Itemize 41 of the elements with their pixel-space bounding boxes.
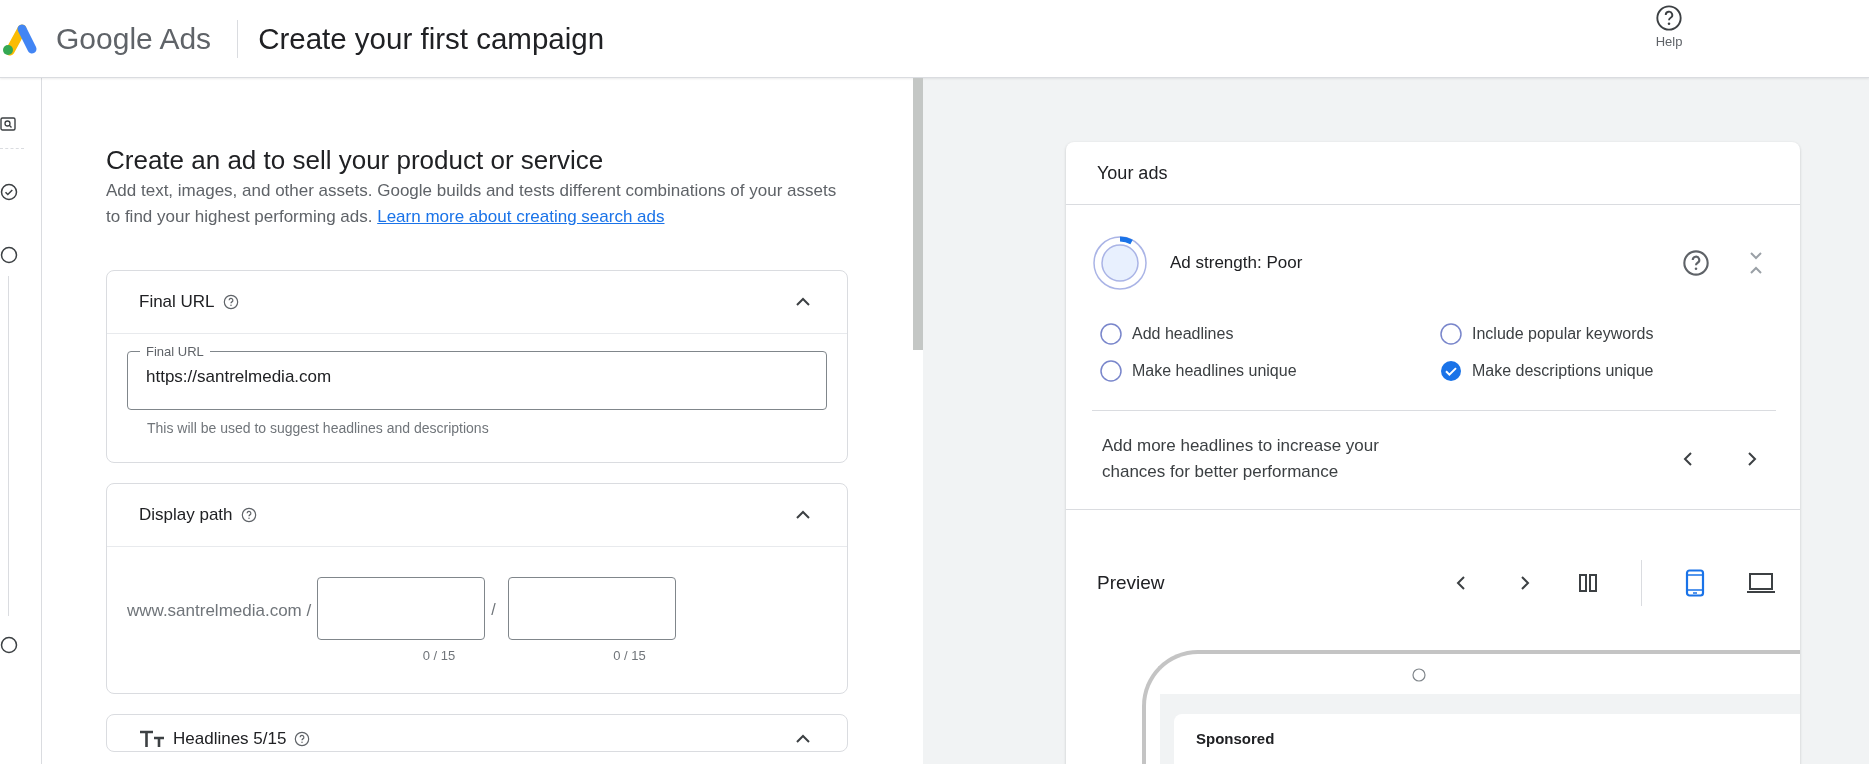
help-icon[interactable]	[240, 507, 257, 523]
section-description: Add text, images, and other assets. Google builds and tests different combinations of your assets to find your highest performing ads. Learn more about creating search ads	[106, 180, 838, 228]
character-counter: 0 / 15	[613, 648, 646, 663]
card-title: Your ads	[1097, 162, 1168, 184]
ad-preview-icon[interactable]	[0, 116, 16, 132]
path-field[interactable]	[507, 577, 676, 640]
character-counter: 0 / 15	[422, 648, 456, 663]
path-field[interactable]	[317, 577, 486, 640]
sponsored-label: Sponsored	[1196, 730, 1275, 747]
section-title: Display path	[139, 505, 233, 525]
step-circle-icon[interactable]	[0, 246, 18, 264]
domain-label: www.santrelmedia.com /	[127, 601, 312, 621]
scrollbar-thumb[interactable]	[913, 78, 923, 350]
help-button[interactable]: Help	[1651, 0, 1687, 53]
mobile-device-icon[interactable]	[1684, 569, 1706, 597]
preview-title: Preview	[1097, 572, 1165, 594]
path-separator: /	[491, 601, 496, 619]
checklist-item: Add headlines	[1132, 325, 1234, 343]
checklist-item: Make headlines unique	[1132, 362, 1297, 380]
help-icon[interactable]	[1682, 249, 1710, 277]
laptop-icon[interactable]	[1746, 572, 1776, 594]
section-title: Final URL	[139, 292, 215, 312]
section-heading: Create an ad to sell your product or service	[106, 144, 605, 176]
checklist-item: Include popular keywords	[1472, 325, 1654, 343]
checklist-item: Make descriptions unique	[1472, 362, 1654, 380]
columns-icon[interactable]	[1577, 572, 1599, 594]
camera-icon	[1412, 668, 1426, 682]
strength-meter	[1092, 235, 1148, 291]
help-icon[interactable]	[222, 294, 239, 310]
step-circle-icon[interactable]	[0, 636, 18, 654]
tip-text: Add more headlines to increase your chances for better performance	[1102, 435, 1380, 483]
section-title: Headlines 5/15	[173, 729, 287, 749]
page-title: Create your first campaign	[258, 21, 605, 56]
help-icon	[1655, 4, 1683, 32]
learn-more-link[interactable]: Learn more about creating search ads	[377, 207, 665, 226]
url-field[interactable]: Final URL https://santrelmedia.com	[127, 344, 827, 410]
completed-step-icon[interactable]	[0, 183, 18, 201]
field-hint: This will be used to suggest headlines and descriptions	[147, 420, 490, 436]
ad-strength-label: Ad strength: Poor	[1170, 253, 1303, 273]
collapse-icon[interactable]	[1748, 250, 1764, 276]
product-name: Google Ads	[56, 21, 212, 56]
